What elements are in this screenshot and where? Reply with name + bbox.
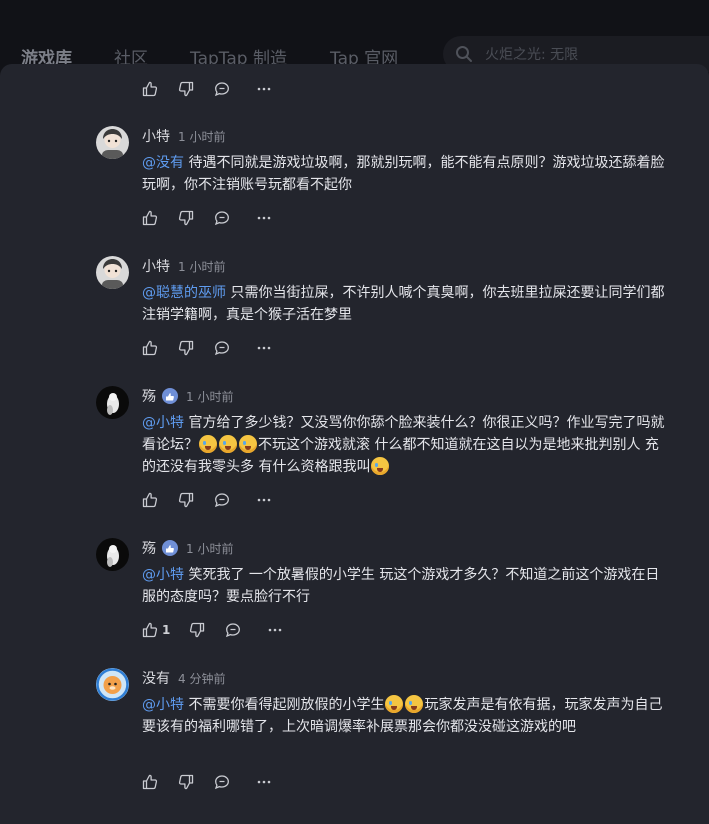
reply-meta: 没有 4 分钟前 [142, 668, 225, 688]
like-count: 1 [162, 623, 171, 637]
timestamp: 1 小时前 [178, 129, 226, 144]
search-input[interactable] [483, 44, 687, 66]
reply-text: 待遇不同就是游戏垃圾啊，那就别玩啊，能不能有点原则？游戏垃圾还舔着脸玩啊，你不注… [142, 155, 665, 193]
like-button[interactable]: 1 [142, 620, 170, 640]
thumbs-down-icon [178, 774, 194, 790]
dislike-button[interactable] [178, 338, 194, 358]
reply-button[interactable] [214, 490, 230, 510]
username[interactable]: 小特 [142, 256, 170, 276]
reply-meta: 小特 1 小时前 [142, 126, 225, 146]
timestamp: 1 小时前 [178, 259, 226, 274]
thumbs-up-icon [142, 81, 158, 97]
reply-button[interactable] [214, 338, 230, 358]
thumbs-up-icon [142, 210, 158, 226]
reply-content: @聪慧的巫师 只需你当街拉屎，不许别人喊个真臭啊，你去班里拉屎还要让同学们都注销… [142, 282, 667, 326]
like-button[interactable] [142, 772, 158, 792]
dislike-button[interactable] [178, 772, 194, 792]
reply-button[interactable] [214, 208, 230, 228]
avatar[interactable] [96, 668, 129, 701]
more-icon [268, 628, 282, 632]
comment-icon [214, 211, 229, 226]
avatar[interactable] [96, 126, 129, 159]
mention-link[interactable]: @聪慧的巫师 [142, 285, 226, 301]
reply-button[interactable] [214, 79, 230, 99]
timestamp: 1 小时前 [186, 389, 234, 404]
like-button[interactable] [142, 338, 158, 358]
thumbs-down-icon [178, 81, 194, 97]
more-button[interactable] [256, 338, 272, 358]
dislike-button[interactable] [178, 490, 194, 510]
mention-link[interactable]: @小特 [142, 415, 184, 431]
more-icon [257, 498, 271, 502]
thumbs-down-icon [178, 492, 194, 508]
avatar[interactable] [96, 386, 129, 419]
timestamp: 4 分钟前 [178, 671, 226, 686]
crying-emoji-icon [385, 695, 404, 713]
reply-content: @没有 待遇不同就是游戏垃圾啊，那就别玩啊，能不能有点原则？游戏垃圾还舔着脸玩啊… [142, 152, 667, 196]
crying-emoji-icon [405, 695, 424, 713]
thumbs-up-icon [142, 492, 158, 508]
like-button[interactable] [142, 490, 158, 510]
reply-button[interactable] [214, 772, 230, 792]
avatar[interactable] [96, 538, 129, 571]
dislike-button[interactable] [178, 79, 194, 99]
username[interactable]: 没有 [142, 668, 170, 688]
mention-link[interactable]: @没有 [142, 155, 184, 171]
timestamp: 1 小时前 [186, 541, 234, 556]
username[interactable]: 殇 [142, 386, 156, 406]
more-button[interactable] [256, 490, 272, 510]
more-icon [257, 346, 271, 350]
reply-content: @小特 官方给了多少钱？又没骂你你舔个脸来装什么？你很正义吗？作业写完了吗就看论… [142, 412, 667, 478]
thumbs-up-icon [142, 340, 158, 356]
thumbs-up-icon [142, 622, 158, 638]
reply-content: @小特 笑死我了 一个放暑假的小学生 玩这个游戏才多久？不知道之前这个游戏在日服… [142, 564, 667, 608]
crying-emoji-icon [219, 435, 237, 453]
comment-icon [214, 493, 229, 508]
more-button[interactable] [256, 208, 272, 228]
like-button[interactable] [142, 208, 158, 228]
thumbs-down-icon [189, 622, 205, 638]
reply-meta: 殇 1 小时前 [142, 386, 233, 406]
more-button[interactable] [256, 772, 272, 792]
username[interactable]: 殇 [142, 538, 156, 558]
more-button[interactable] [256, 79, 272, 99]
like-button[interactable] [142, 79, 158, 99]
crying-emoji-icon [199, 435, 217, 453]
verified-badge-icon [162, 388, 178, 404]
replies-sheet: 小特 1 小时前 @没有 待遇不同就是游戏垃圾啊，那就别玩啊，能不能有点原则？游… [0, 64, 709, 824]
comment-icon [225, 623, 240, 638]
more-icon [257, 216, 271, 220]
dislike-button[interactable] [189, 620, 205, 640]
reply-meta: 小特 1 小时前 [142, 256, 225, 276]
more-button[interactable] [267, 620, 283, 640]
thumbs-down-icon [178, 340, 194, 356]
comment-icon [214, 775, 229, 790]
thumbs-up-icon [142, 774, 158, 790]
reply-text: 不需要你看得起刚放假的小学生 [184, 697, 385, 713]
crying-emoji-icon [239, 435, 257, 453]
reply-button[interactable] [225, 620, 241, 640]
mention-link[interactable]: @小特 [142, 697, 184, 713]
crying-emoji-icon [371, 457, 390, 475]
reply-meta: 殇 1 小时前 [142, 538, 233, 558]
more-icon [257, 87, 271, 91]
thumbs-down-icon [178, 210, 194, 226]
dislike-button[interactable] [178, 208, 194, 228]
reply-text: 笑死我了 一个放暑假的小学生 玩这个游戏才多久？不知道之前这个游戏在日服的态度吗… [142, 567, 660, 605]
comment-icon [214, 341, 229, 356]
search-icon [455, 45, 473, 63]
comment-icon [214, 82, 229, 97]
username[interactable]: 小特 [142, 126, 170, 146]
mention-link[interactable]: @小特 [142, 567, 184, 583]
avatar[interactable] [96, 256, 129, 289]
reply-content: @小特 不需要你看得起刚放假的小学生 玩家发声是有依有据，玩家发声为自己要该有的福… [142, 694, 667, 738]
verified-badge-icon [162, 540, 178, 556]
more-icon [257, 780, 271, 784]
